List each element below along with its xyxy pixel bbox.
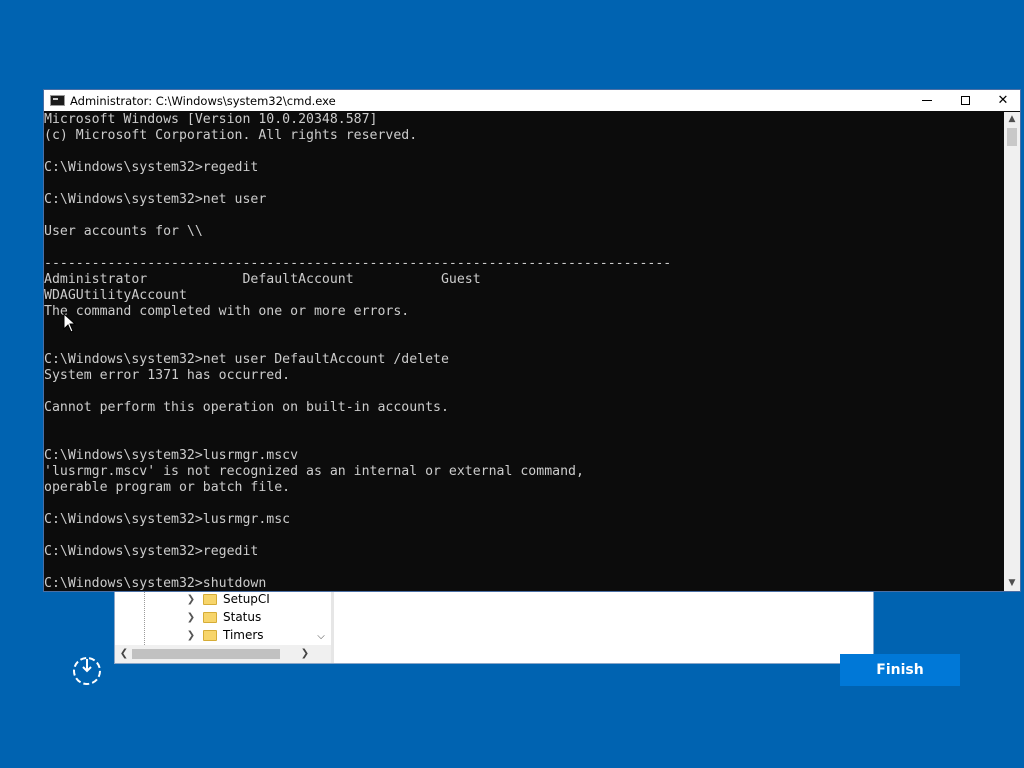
console-line: C:\Windows\system32>regedit (44, 544, 259, 559)
tree-item-setupci[interactable]: ❯ SetupCI (185, 590, 270, 608)
tree-item-status[interactable]: ❯ Status (185, 608, 261, 626)
close-icon: ✕ (997, 93, 1009, 108)
console-line: (c) Microsoft Corporation. All rights re… (44, 128, 418, 143)
console-line: C:\Windows\system32>net user (44, 192, 267, 207)
console-line: The command completed with one or more e… (44, 304, 410, 319)
maximize-button[interactable] (946, 90, 984, 111)
chevron-down-icon[interactable]: ▼ (1004, 576, 1020, 590)
tree-guide-line (144, 587, 145, 645)
console-line: Cannot perform this operation on built-i… (44, 400, 449, 415)
console-line: C:\Windows\system32>regedit (44, 160, 259, 175)
chevron-right-icon[interactable]: ❯ (185, 630, 197, 641)
scrollbar-thumb[interactable] (1007, 128, 1017, 146)
chevron-right-icon[interactable]: ❯ (185, 612, 197, 623)
cmd-icon (50, 95, 65, 106)
pane-splitter[interactable] (331, 587, 334, 663)
console-line: C:\Windows\system32>lusrmgr.msc (44, 512, 291, 527)
chevron-left-icon[interactable]: ❮ (117, 647, 131, 661)
console-line: Administrator DefaultAccount Guest (44, 272, 481, 287)
chevron-right-icon[interactable]: ❯ (298, 647, 312, 661)
console-line: WDAGUtilityAccount (44, 288, 187, 303)
console-line: Microsoft Windows [Version 10.0.20348.58… (44, 112, 378, 127)
tree-item-label: SetupCI (223, 592, 270, 606)
window-title: Administrator: C:\Windows\system32\cmd.e… (70, 93, 336, 108)
console-line: User accounts for \\ (44, 224, 203, 239)
chevron-right-icon[interactable]: ❯ (185, 594, 197, 605)
cmd-window[interactable]: Administrator: C:\Windows\system32\cmd.e… (43, 89, 1021, 592)
folder-icon (203, 629, 217, 641)
close-button[interactable]: ✕ (984, 90, 1022, 111)
chevron-down-icon[interactable]: ⌵ (315, 631, 327, 645)
regedit-window: ❯ SetupCI ❯ Status ❯ Timers ⌵ ❮ ❯ (114, 586, 874, 664)
restore-icon[interactable] (70, 654, 104, 688)
minimize-icon (922, 100, 932, 101)
console-line: C:\Windows\system32>lusrmgr.mscv (44, 448, 299, 463)
chevron-up-icon[interactable]: ▲ (1004, 112, 1020, 126)
folder-icon (203, 593, 217, 605)
regedit-tree-pane: ❯ SetupCI ❯ Status ❯ Timers ⌵ ❮ ❯ (115, 587, 332, 663)
tree-item-label: Status (223, 610, 262, 624)
tree-item-timers[interactable]: ❯ Timers (185, 626, 264, 644)
tree-item-label: Timers (223, 628, 264, 642)
scrollbar-thumb[interactable] (132, 649, 280, 659)
tree-horizontal-scrollbar[interactable]: ❮ ❯ (115, 645, 331, 663)
mouse-cursor-icon (63, 313, 77, 333)
console-line: C:\Windows\system32>shutdown (44, 576, 267, 591)
console-line: 'lusrmgr.mscv' is not recognized as an i… (44, 464, 584, 479)
finish-button[interactable]: Finish (840, 654, 960, 686)
cmd-titlebar[interactable]: Administrator: C:\Windows\system32\cmd.e… (44, 90, 1020, 111)
console-line: System error 1371 has occurred. (44, 368, 291, 383)
folder-icon (203, 611, 217, 623)
minimize-button[interactable] (908, 90, 946, 111)
console-line: C:\Windows\system32>net user DefaultAcco… (44, 352, 449, 367)
console-vertical-scrollbar[interactable]: ▲ ▼ (1004, 112, 1020, 591)
maximize-icon (960, 96, 970, 105)
console-line: operable program or batch file. (44, 480, 291, 495)
console-line: ----------------------------------------… (44, 256, 672, 271)
console-output[interactable]: Microsoft Windows [Version 10.0.20348.58… (44, 112, 1004, 592)
